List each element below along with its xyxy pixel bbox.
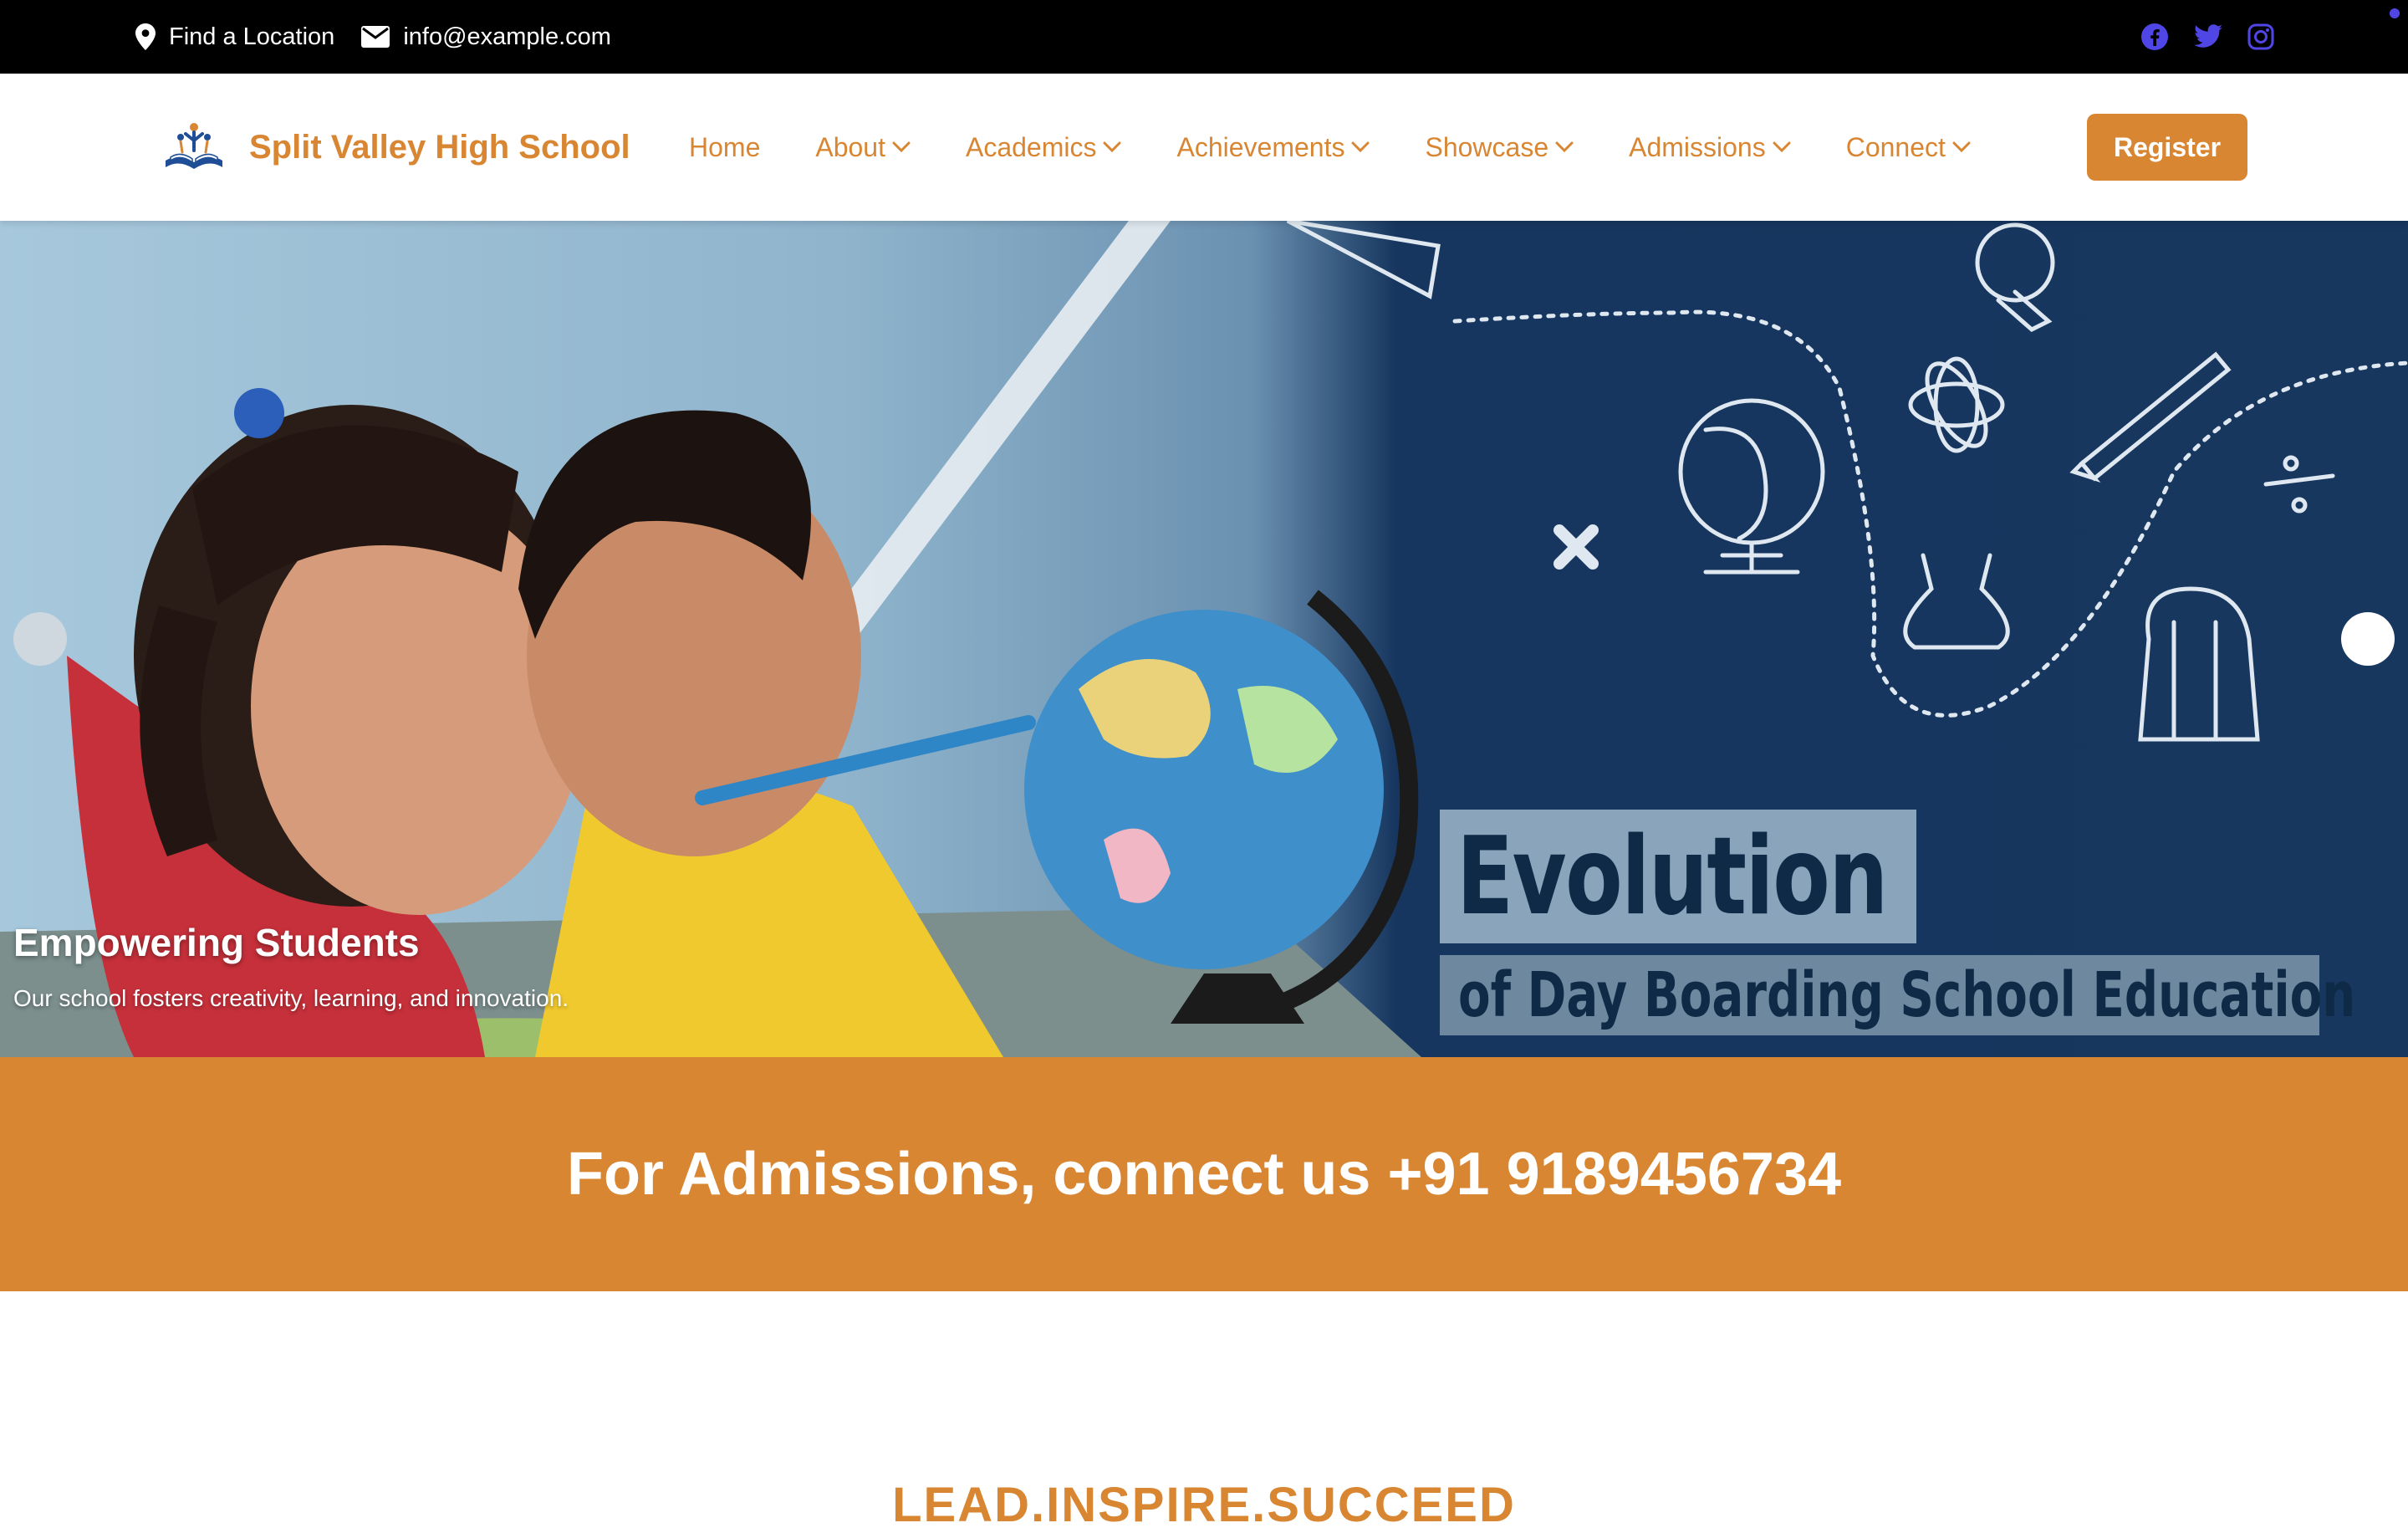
nav-item-admissions-label: Admissions [1629, 131, 1766, 162]
chevron-down-icon [1555, 141, 1574, 153]
carousel-caption-text: Our school fosters creativity, learning,… [13, 985, 569, 1011]
top-bar: Find a Location info@example.com [0, 0, 2408, 74]
email-label: info@example.com [403, 23, 611, 50]
find-location-label: Find a Location [169, 23, 335, 50]
hero-carousel: Evolution of Day Boarding School Educati… [0, 221, 2408, 1057]
map-pin-icon [135, 23, 156, 50]
nav-item-admissions[interactable]: Admissions [1629, 132, 1791, 163]
hero-image-headline-text: Evolution [1457, 814, 1888, 939]
nav-item-connect[interactable]: Connect [1846, 132, 1971, 163]
nav-item-academics[interactable]: Academics [966, 132, 1122, 163]
chevron-down-icon [892, 141, 911, 153]
nav-item-about-label: About [815, 131, 885, 162]
nav-item-about[interactable]: About [815, 132, 911, 163]
nav-item-academics-label: Academics [965, 131, 1097, 162]
hero-image-subline-text: of Day Boarding School Education [1458, 959, 2356, 1031]
chevron-down-icon [1103, 141, 1121, 153]
instagram-icon[interactable] [2247, 23, 2274, 50]
nav-item-connect-label: Connect [1845, 131, 1946, 162]
chevron-down-icon [1773, 141, 1791, 153]
twitter-icon[interactable] [2194, 24, 2222, 49]
chevron-down-icon [1351, 141, 1370, 153]
admissions-banner-text: For Admissions, connect us +91 918945673… [566, 1141, 1842, 1208]
carousel-next-button[interactable] [2341, 612, 2395, 666]
carousel-caption-title: Empowering Students [13, 921, 420, 964]
nav-item-home[interactable]: Home [689, 132, 760, 163]
indicator-dot [2390, 8, 2400, 18]
nav-item-achievements[interactable]: Achievements [1176, 132, 1370, 163]
contact-info: Find a Location info@example.com [135, 0, 638, 74]
facebook-icon[interactable] [2140, 23, 2169, 51]
find-location-link[interactable]: Find a Location [135, 23, 334, 51]
register-button[interactable]: Register [2087, 114, 2247, 181]
nav-menu: Home About Academics Achievements Showca… [689, 74, 2026, 221]
brand-link[interactable]: Split Valley High School [162, 115, 630, 179]
school-logo-icon [166, 123, 222, 169]
admissions-banner: For Admissions, connect us +91 918945673… [0, 1057, 2408, 1291]
main-navbar: Split Valley High School Home About Acad… [0, 74, 2408, 221]
nav-item-achievements-label: Achievements [1176, 131, 1345, 162]
nav-item-showcase-label: Showcase [1425, 131, 1549, 162]
nav-item-showcase[interactable]: Showcase [1425, 132, 1574, 163]
hero-image-headline: Evolution [1440, 810, 1916, 943]
social-links [2115, 0, 2274, 74]
email-link[interactable]: info@example.com [361, 23, 611, 51]
hero-image-subline: of Day Boarding School Education [1440, 955, 2355, 1035]
chevron-down-icon [1952, 141, 1971, 153]
nav-item-home-label: Home [689, 131, 761, 162]
carousel-prev-button[interactable] [13, 612, 67, 666]
brand-name: Split Valley High School [249, 128, 630, 166]
envelope-icon [361, 26, 390, 48]
